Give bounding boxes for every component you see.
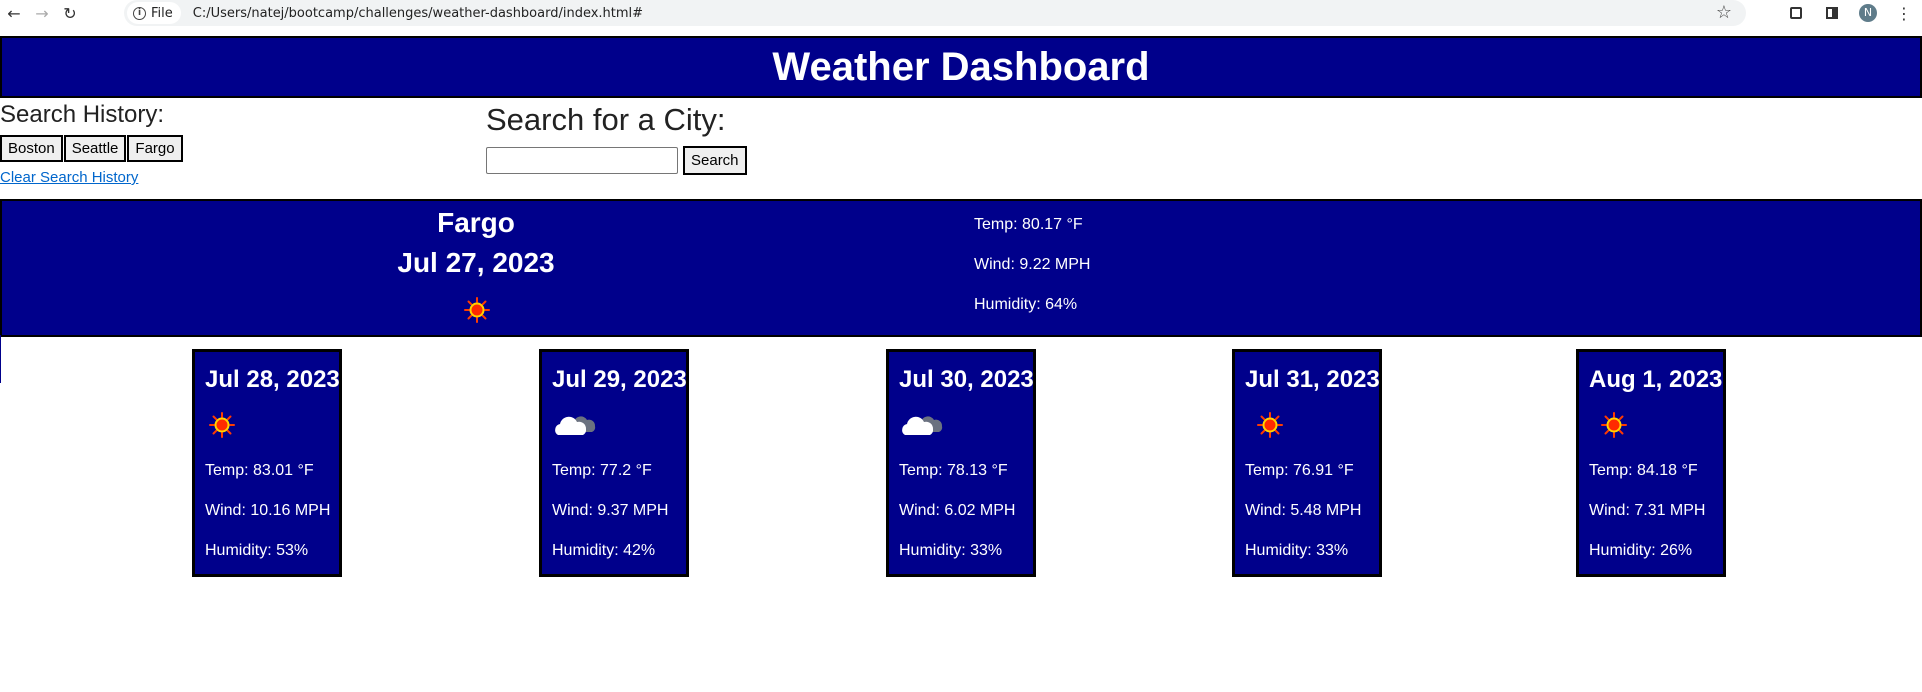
forecast-card: Jul 29, 2023 Temp: 77.2 °F Wind: 9.37 MP… [539, 349, 689, 577]
sun-icon [209, 412, 235, 442]
forecast-card: Jul 30, 2023 Temp: 78.13 °F Wind: 6.02 M… [886, 349, 1036, 577]
current-wind: Wind: 9.22 MPH [974, 256, 1091, 273]
forecast-card: Jul 28, 2023 Temp: 83.01 °F Wind: 10.16 … [192, 349, 342, 577]
forecast-wind: Wind: 5.48 MPH [1245, 502, 1362, 519]
current-city: Fargo [437, 207, 515, 238]
current-weather-panel: Fargo Jul 27, 2023 Temp: 80.17 °F Wind: … [0, 199, 1922, 337]
city-search: Search for a City: Search [486, 102, 747, 175]
cloud-icon [899, 410, 945, 442]
cloud-icon [552, 410, 598, 442]
puzzle-icon [1790, 7, 1802, 19]
forecast-wind: Wind: 9.37 MPH [552, 502, 669, 519]
page-title: Weather Dashboard [772, 44, 1150, 89]
search-history: Search History: Boston Seattle Fargo Cle… [0, 101, 183, 186]
forecast-humidity: Humidity: 42% [552, 542, 656, 559]
forecast-wind: Wind: 6.02 MPH [899, 502, 1016, 519]
current-date: Jul 27, 2023 [397, 247, 555, 278]
reload-icon[interactable]: ↻ [56, 0, 84, 26]
forecast-temp: Temp: 77.2 °F [552, 462, 652, 479]
sun-icon [1257, 412, 1283, 442]
search-button[interactable]: Search [683, 146, 747, 175]
city-search-input[interactable] [486, 147, 678, 174]
forecast-humidity: Humidity: 33% [899, 542, 1003, 559]
forecast-date: Jul 28, 2023 [205, 366, 340, 393]
history-button-fargo[interactable]: Fargo [127, 135, 183, 162]
forecast-date: Jul 31, 2023 [1245, 366, 1380, 393]
forecast-humidity: Humidity: 53% [205, 542, 309, 559]
forecast-card: Aug 1, 2023 Temp: 84.18 °F Wind: 7.31 MP… [1576, 349, 1726, 577]
side-panel-button[interactable] [1814, 0, 1850, 26]
bookmark-star-icon[interactable]: ☆ [1716, 2, 1732, 23]
search-history-title: Search History: [0, 101, 165, 128]
forecast-wind: Wind: 10.16 MPH [205, 502, 331, 519]
back-arrow-icon[interactable]: ← [0, 0, 28, 26]
forecast-date: Jul 30, 2023 [899, 366, 1034, 393]
current-humidity: Humidity: 64% [974, 296, 1078, 313]
forecast-date: Jul 29, 2023 [552, 366, 687, 393]
menu-kebab-icon[interactable]: ⋮ [1886, 0, 1922, 26]
sun-icon [1601, 412, 1627, 442]
search-title: Search for a City: [486, 102, 726, 137]
forecast-date: Aug 1, 2023 [1589, 366, 1723, 393]
forecast-temp: Temp: 76.91 °F [1245, 462, 1354, 479]
divider [0, 335, 1, 383]
forward-arrow-icon[interactable]: → [28, 0, 56, 26]
extensions-button[interactable] [1778, 0, 1814, 26]
forecast-wind: Wind: 7.31 MPH [1589, 502, 1706, 519]
site-info-label: File [151, 5, 173, 21]
clear-history-link[interactable]: Clear Search History [0, 169, 183, 186]
sun-icon [464, 297, 490, 327]
forecast-humidity: Humidity: 26% [1589, 542, 1693, 559]
history-button-boston[interactable]: Boston [0, 135, 63, 162]
history-button-seattle[interactable]: Seattle [63, 135, 127, 162]
url-text[interactable]: C:/Users/natej/bootcamp/challenges/weath… [193, 6, 643, 21]
forecast-humidity: Humidity: 33% [1245, 542, 1349, 559]
site-info-chip[interactable]: i File [127, 2, 181, 24]
history-button-list: Boston Seattle Fargo [0, 135, 183, 162]
address-bar[interactable]: i File C:/Users/natej/bootcamp/challenge… [124, 0, 1746, 26]
info-icon: i [133, 6, 146, 20]
page-header: Weather Dashboard [0, 36, 1922, 98]
side-panel-icon [1826, 7, 1838, 19]
forecast-temp: Temp: 83.01 °F [205, 462, 314, 479]
avatar: N [1859, 4, 1877, 22]
current-temp: Temp: 80.17 °F [974, 216, 1083, 233]
browser-toolbar: ← → ↻ i File C:/Users/natej/bootcamp/cha… [0, 0, 1922, 26]
profile-button[interactable]: N [1850, 0, 1886, 26]
forecast-temp: Temp: 84.18 °F [1589, 462, 1698, 479]
forecast-card: Jul 31, 2023 Temp: 76.91 °F Wind: 5.48 M… [1232, 349, 1382, 577]
forecast-temp: Temp: 78.13 °F [899, 462, 1008, 479]
